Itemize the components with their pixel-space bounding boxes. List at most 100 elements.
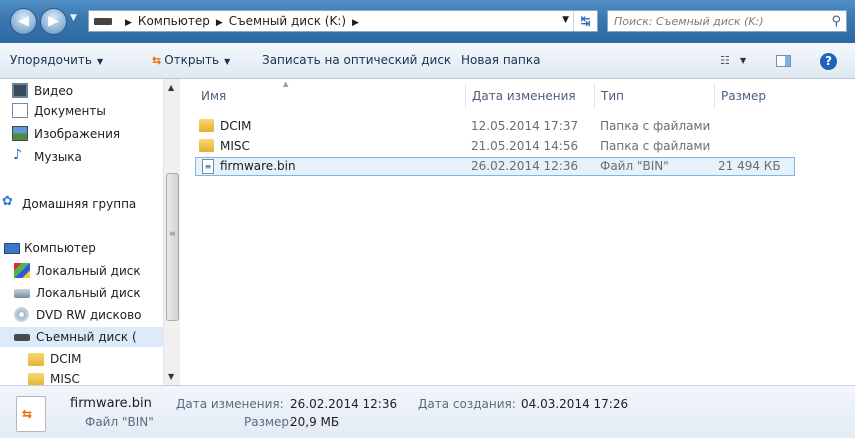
video-library-icon [12, 83, 28, 98]
folder-icon [199, 119, 214, 132]
burn-to-disc-button[interactable]: Записать на оптический диск [262, 53, 451, 67]
computer-icon [4, 243, 20, 254]
column-divider[interactable] [465, 83, 466, 109]
breadcrumb[interactable]: ▶ Компьютер ▶ Съемный диск (K:) ▶ ▼ ↹ [88, 10, 598, 32]
column-divider[interactable] [714, 83, 715, 109]
chevron-down-icon[interactable]: ▼ [740, 56, 746, 65]
column-header-date[interactable]: Дата изменения [472, 89, 576, 103]
file-row-selected[interactable]: ≡ firmware.bin 26.02.2014 12:36 Файл "BI… [195, 157, 795, 176]
back-arrow-icon: ◀ [18, 13, 29, 29]
music-library-icon: ♪ [13, 147, 22, 163]
nav-item-homegroup[interactable]: ✿ Домашняя группа [0, 194, 163, 214]
open-with-icon: ⇆ [152, 54, 162, 67]
chevron-down-icon: ▼ [96, 57, 104, 66]
file-size: 21 494 КБ [718, 159, 781, 173]
file-name: MISC [220, 139, 250, 153]
organize-label: Упорядочить [10, 53, 92, 67]
file-date: 12.05.2014 17:37 [471, 119, 579, 133]
organize-button[interactable]: Упорядочить ▼ [10, 53, 103, 67]
chevron-right-icon[interactable]: ▶ [216, 18, 223, 28]
file-row[interactable]: MISC 21.05.2014 14:56 Папка с файлами [195, 137, 795, 156]
details-modified-label: Дата изменения: [176, 397, 284, 411]
scrollbar-thumb[interactable] [166, 173, 179, 321]
nav-item-label: Музыка [34, 150, 82, 164]
forward-button[interactable]: ▶ [40, 8, 67, 35]
file-date: 21.05.2014 14:56 [471, 139, 579, 153]
nav-item-dcim[interactable]: DCIM [0, 349, 163, 369]
nav-item-label: Локальный диск [36, 286, 141, 300]
nav-item-music[interactable]: ♪ Музыка [0, 147, 163, 167]
search-icon[interactable]: ⚲ [831, 14, 841, 29]
column-header-type[interactable]: Тип [601, 89, 624, 103]
address-bar: ◀ ▶ ▼ ▶ Компьютер ▶ Съемный диск (K:) ▶ ▼ ↹ … [0, 0, 855, 43]
breadcrumb-removable-drive[interactable]: Съемный диск (K:) [229, 14, 346, 28]
chevron-right-icon[interactable]: ▶ [352, 18, 359, 28]
navigation-scrollbar[interactable]: ▲ ≡ ▼ [163, 79, 180, 385]
nav-item-label: Изображения [34, 127, 121, 141]
file-date: 26.02.2014 12:36 [471, 159, 579, 173]
chevron-down-icon: ▼ [224, 57, 231, 66]
removable-drive-icon [14, 334, 30, 341]
breadcrumb-computer[interactable]: Компьютер [138, 14, 210, 28]
file-row[interactable]: DCIM 12.05.2014 17:37 Папка с файлами [195, 117, 795, 136]
bin-file-icon: ≡ [202, 159, 214, 174]
file-type: Файл "BIN" [600, 159, 669, 173]
nav-item-label: Компьютер [24, 241, 96, 255]
grip-icon: ≡ [169, 229, 176, 238]
dvd-drive-icon [14, 307, 29, 322]
folder-icon [199, 139, 214, 152]
new-folder-button[interactable]: Новая папка [461, 53, 540, 67]
details-size-value: 20,9 МБ [290, 415, 340, 429]
nav-item-label: Съемный диск ( [36, 330, 137, 344]
nav-item-label: Локальный диск [36, 264, 141, 278]
documents-library-icon [12, 103, 28, 118]
chevron-right-icon[interactable]: ▶ [125, 18, 132, 28]
chevron-down-icon: ▼ [562, 15, 569, 25]
open-button[interactable]: ⇆ Открыть ▼ [152, 53, 230, 67]
column-header-size[interactable]: Размер [721, 89, 766, 103]
details-filetype: Файл "BIN" [85, 415, 154, 429]
view-options-icon[interactable]: ☷ [720, 54, 730, 67]
open-with-icon: ⇆ [22, 407, 33, 421]
nav-item-label: Видео [34, 84, 74, 98]
nav-item-removable-disk[interactable]: Съемный диск ( [0, 327, 163, 347]
nav-item-local-disk-c[interactable]: Локальный диск [0, 261, 163, 281]
nav-item-pictures[interactable]: Изображения [0, 124, 163, 144]
details-size-label: Размер: [244, 415, 294, 429]
column-header-name[interactable]: Имя [201, 89, 226, 103]
details-filename: firmware.bin [70, 396, 152, 411]
pictures-library-icon [12, 126, 28, 141]
scroll-down-icon[interactable]: ▼ [168, 372, 174, 381]
details-created-label: Дата создания: [418, 397, 516, 411]
address-history-dropdown[interactable]: ▼ [562, 15, 569, 25]
column-divider[interactable] [594, 83, 595, 109]
navigation-pane: Видео Документы Изображения ♪ Музыка ✿ Д… [0, 79, 180, 385]
help-icon[interactable]: ? [820, 53, 837, 70]
back-button[interactable]: ◀ [10, 8, 37, 35]
file-list: Имя ▲ Дата изменения Тип Размер DCIM 12.… [181, 79, 855, 385]
file-type: Папка с файлами [600, 139, 711, 153]
nav-item-local-disk-d[interactable]: Локальный диск [0, 283, 163, 303]
local-drive-icon [14, 289, 30, 298]
recent-pages-dropdown[interactable]: ▼ [70, 13, 77, 23]
removable-drive-icon [94, 18, 112, 25]
nav-item-label: DVD RW дисково [36, 308, 142, 322]
bin-file-icon: ⇆ [16, 396, 46, 432]
nav-item-dvd-drive[interactable]: DVD RW дисково [0, 305, 163, 325]
search-input[interactable] [608, 11, 818, 31]
nav-item-label: Документы [34, 104, 106, 118]
nav-item-misc[interactable]: MISC [0, 369, 163, 385]
scroll-up-icon[interactable]: ▲ [168, 83, 174, 92]
command-bar: Упорядочить ▼ ⇆ Открыть ▼ Записать на оптич… [0, 43, 855, 79]
nav-item-video[interactable]: Видео [0, 81, 163, 101]
details-pane: ⇆ firmware.bin Файл "BIN" Дата изменения… [0, 385, 855, 438]
nav-item-documents[interactable]: Документы [0, 101, 163, 121]
preview-pane-icon[interactable] [776, 55, 791, 67]
windows-drive-icon [14, 263, 30, 278]
nav-item-computer[interactable]: Компьютер [0, 238, 163, 258]
refresh-button[interactable]: ↹ [573, 11, 597, 31]
details-modified-value: 26.02.2014 12:36 [290, 397, 398, 411]
file-name: firmware.bin [220, 159, 296, 173]
column-name-label: Имя [201, 89, 227, 103]
sort-ascending-icon: ▲ [283, 80, 289, 88]
